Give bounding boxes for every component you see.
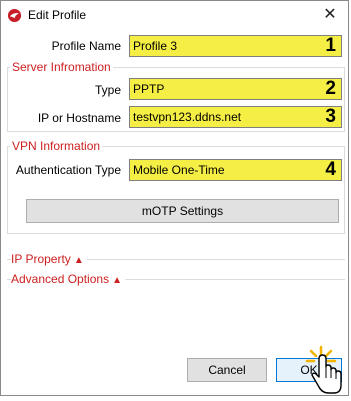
marker-3: 3 bbox=[325, 106, 336, 127]
motp-settings-button[interactable]: mOTP Settings bbox=[26, 199, 339, 223]
advanced-options-label: Advanced Options bbox=[11, 272, 110, 286]
profile-name-label: Profile Name bbox=[51, 39, 121, 53]
advanced-options-section[interactable]: Advanced Options ▲ bbox=[7, 272, 345, 286]
expand-triangle-icon: ▲ bbox=[112, 275, 122, 286]
ip-property-section[interactable]: IP Property ▲ bbox=[7, 252, 345, 266]
edit-profile-dialog: Edit Profile ✕ Profile Name Profile 3 1 … bbox=[0, 0, 349, 396]
type-value: PPTP bbox=[133, 82, 165, 96]
window-title: Edit Profile bbox=[28, 8, 87, 22]
close-button[interactable]: ✕ bbox=[320, 5, 340, 25]
cancel-button[interactable]: Cancel bbox=[187, 358, 267, 382]
ip-property-label: IP Property bbox=[11, 252, 71, 266]
vpn-information-legend: VPN Information bbox=[10, 139, 103, 153]
ip-property-toggle[interactable]: IP Property ▲ bbox=[11, 252, 87, 266]
type-field[interactable]: PPTP 2 bbox=[129, 78, 342, 100]
server-information-legend: Server Infromation bbox=[10, 60, 113, 74]
type-label: Type bbox=[94, 83, 121, 97]
hostname-field[interactable]: testvpn123.ddns.net 3 bbox=[129, 106, 342, 128]
profile-name-value: Profile 3 bbox=[133, 39, 178, 53]
marker-4: 4 bbox=[325, 159, 336, 180]
advanced-options-toggle[interactable]: Advanced Options ▲ bbox=[11, 272, 125, 286]
authentication-type-value: Mobile One-Time bbox=[133, 163, 225, 177]
authentication-type-label: Authentication Type bbox=[15, 163, 121, 177]
red-bird-icon bbox=[7, 8, 22, 23]
hostname-value: testvpn123.ddns.net bbox=[133, 110, 242, 124]
marker-2: 2 bbox=[325, 78, 336, 99]
expand-triangle-icon: ▲ bbox=[73, 255, 84, 266]
title-bar: Edit Profile ✕ bbox=[1, 1, 348, 31]
profile-name-field[interactable]: Profile 3 1 bbox=[129, 35, 342, 57]
close-icon: ✕ bbox=[323, 6, 337, 23]
authentication-type-field[interactable]: Mobile One-Time 4 bbox=[129, 159, 342, 181]
hostname-label: IP or Hostname bbox=[37, 111, 121, 125]
ok-button[interactable]: OK bbox=[276, 358, 342, 382]
marker-1: 1 bbox=[325, 35, 336, 56]
